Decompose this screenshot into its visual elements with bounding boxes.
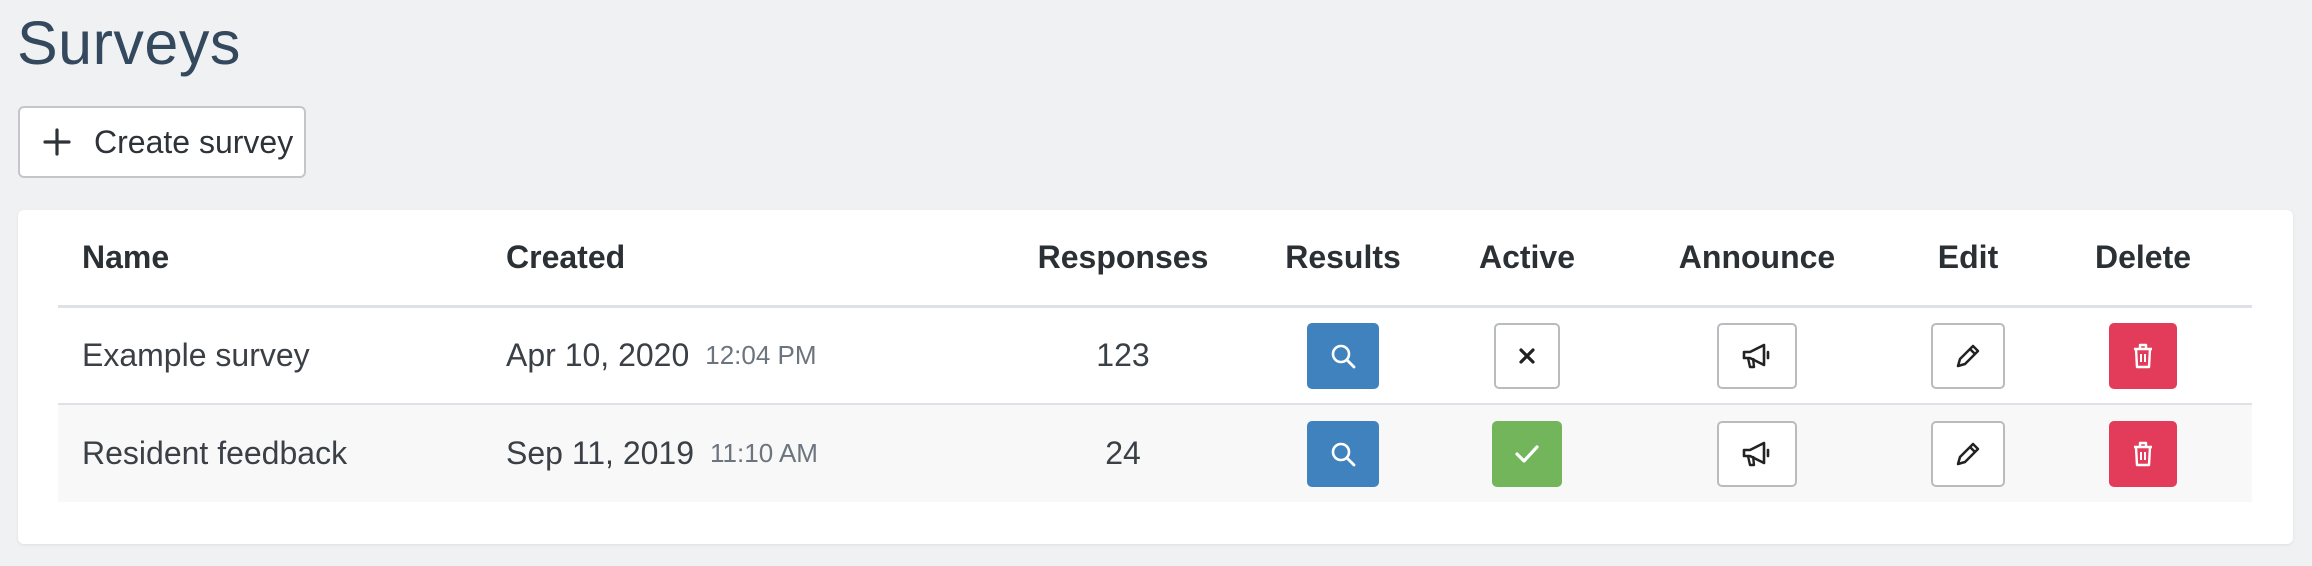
table-row: Example survey Apr 10, 2020 12:04 PM 123 <box>58 308 2252 405</box>
results-cell <box>1270 405 1416 502</box>
header-edit: Edit <box>1937 239 1999 275</box>
responses-count: 123 <box>1096 337 1150 373</box>
create-survey-button[interactable]: Create survey <box>18 106 306 178</box>
delete-cell <box>2078 405 2208 502</box>
search-icon <box>1329 342 1357 370</box>
trash-icon <box>2131 341 2155 371</box>
results-cell <box>1270 308 1416 403</box>
delete-survey-button[interactable] <box>2109 322 2177 389</box>
announce-button[interactable] <box>1717 420 1797 487</box>
announce-cell <box>1661 405 1853 502</box>
deactivate-toggle-button[interactable] <box>1492 420 1562 487</box>
created-date: Sep 11, 2019 <box>506 435 695 471</box>
header-active: Active <box>1478 239 1576 275</box>
edit-survey-button[interactable] <box>1931 322 2005 389</box>
megaphone-icon <box>1740 341 1774 371</box>
active-cell <box>1454 405 1600 502</box>
survey-name: Example survey <box>82 337 310 373</box>
survey-name: Resident feedback <box>82 435 348 471</box>
active-cell <box>1454 308 1600 403</box>
header-announce: Announce <box>1678 239 1836 275</box>
edit-survey-button[interactable] <box>1931 420 2005 487</box>
search-icon <box>1329 440 1357 468</box>
delete-cell <box>2078 308 2208 403</box>
pencil-icon <box>1953 341 1983 371</box>
created-time: 12:04 PM <box>705 340 817 370</box>
check-icon <box>1513 442 1541 466</box>
view-results-button[interactable] <box>1307 420 1379 487</box>
header-name: Name <box>82 239 170 275</box>
header-delete: Delete <box>2094 239 2192 275</box>
trash-icon <box>2131 439 2155 469</box>
survey-created: Sep 11, 2019 11:10 AM <box>506 405 818 502</box>
activate-toggle-button[interactable] <box>1494 322 1560 389</box>
table-row: Resident feedback Sep 11, 2019 11:10 AM … <box>58 405 2252 502</box>
announce-cell <box>1661 308 1853 403</box>
table-header: Name Created Responses Results Active An… <box>58 210 2252 308</box>
pencil-icon <box>1953 439 1983 469</box>
survey-created: Apr 10, 2020 12:04 PM <box>506 308 817 403</box>
edit-cell <box>1908 308 2028 403</box>
header-responses: Responses <box>1037 239 1209 275</box>
surveys-card: Name Created Responses Results Active An… <box>18 210 2293 544</box>
create-survey-label: Create survey <box>94 123 294 160</box>
megaphone-icon <box>1740 439 1774 469</box>
header-results: Results <box>1285 239 1401 275</box>
page-title: Surveys <box>17 9 241 77</box>
created-time: 11:10 AM <box>710 438 818 468</box>
responses-count: 24 <box>1105 435 1141 471</box>
delete-survey-button[interactable] <box>2109 420 2177 487</box>
header-created: Created <box>506 239 626 275</box>
surveys-table: Name Created Responses Results Active An… <box>58 210 2252 502</box>
announce-button[interactable] <box>1717 322 1797 389</box>
plus-icon <box>42 127 72 157</box>
view-results-button[interactable] <box>1307 322 1379 389</box>
created-date: Apr 10, 2020 <box>506 337 690 373</box>
close-icon <box>1517 346 1537 366</box>
edit-cell <box>1908 405 2028 502</box>
